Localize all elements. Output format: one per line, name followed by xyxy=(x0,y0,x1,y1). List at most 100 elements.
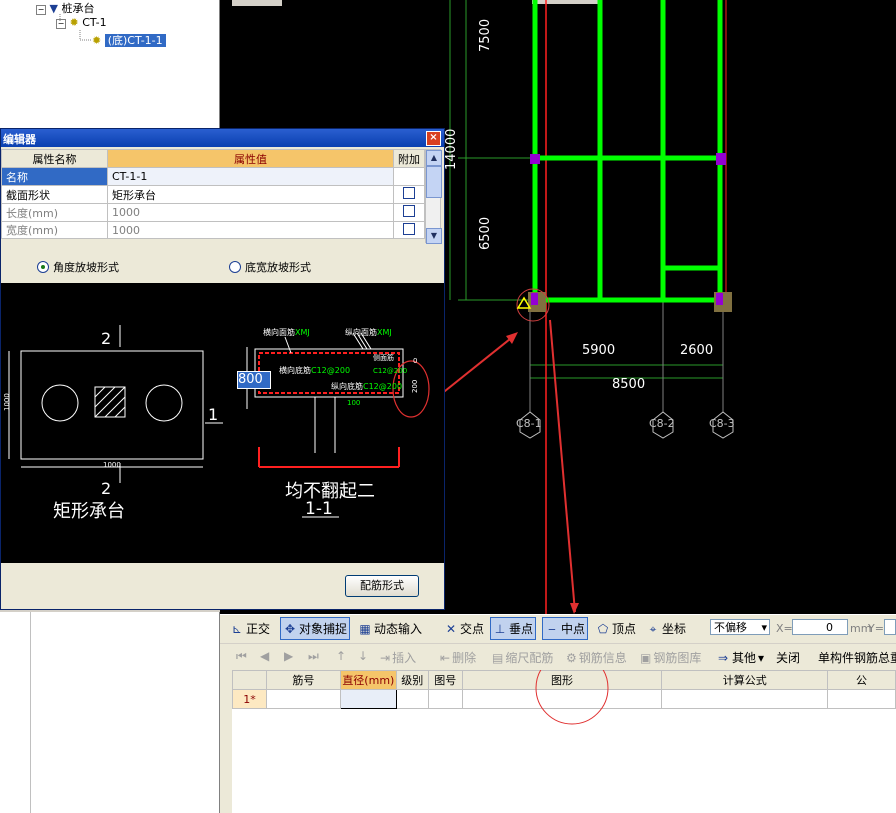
radio-width-slope[interactable]: 底宽放坡形式 xyxy=(229,259,311,275)
dim-2600: 2600 xyxy=(680,343,714,358)
dim-6500: 6500 xyxy=(478,216,493,250)
dim-5900: 5900 xyxy=(582,343,616,358)
grid-cell[interactable] xyxy=(265,689,341,709)
grid-cell[interactable] xyxy=(395,689,429,709)
radio-angle-label: 角度放坡形式 xyxy=(53,261,119,274)
left-lower-panel xyxy=(0,612,220,813)
scroll-thumb[interactable] xyxy=(426,166,442,198)
property-row[interactable]: 长度(mm) 1000 xyxy=(1,203,425,222)
preview-label-2-bottom: 2 xyxy=(101,479,112,498)
rebar-form-button[interactable]: 配筋形式 xyxy=(345,575,419,597)
prop-name: 名称 xyxy=(1,167,108,186)
close-button[interactable]: × xyxy=(426,131,441,146)
section-preview: 2 1 2 1000 1000 矩形承台 横向面筋XMJ 纵向面筋XMJ 横向底… xyxy=(1,283,444,563)
prop-extra-checkbox-cell xyxy=(393,203,425,222)
grid-cell[interactable] xyxy=(339,689,397,709)
rebar-info-button[interactable]: ⚙ 钢筋信息 xyxy=(566,649,627,666)
tree-node-ct1-1[interactable]: ✹ (底)CT-1-1 xyxy=(92,32,166,48)
extra-checkbox[interactable] xyxy=(403,222,415,235)
dialog-titlebar[interactable]: 编辑器 × xyxy=(1,129,444,147)
property-row[interactable]: 宽度(mm) 1000 xyxy=(1,221,425,239)
grid-cell[interactable] xyxy=(461,689,663,709)
dim-7500: 7500 xyxy=(478,18,493,52)
grid-cell[interactable] xyxy=(427,689,463,709)
vertex-button[interactable]: ⬠ 顶点 xyxy=(596,620,636,637)
dim-14000: 14000 xyxy=(444,128,459,170)
close-panel-button[interactable]: 关闭 xyxy=(776,649,800,666)
insert-button[interactable]: ⇥ 插入 xyxy=(380,649,416,666)
table-row[interactable]: 1* xyxy=(232,689,896,709)
next-record-icon[interactable]: ▶ xyxy=(284,649,293,663)
prop-value-input[interactable]: 矩形承台 xyxy=(107,185,394,204)
side-rebar-value: C12@200 xyxy=(373,367,408,375)
total-weight-button[interactable]: 单构件钢筋总重 xyxy=(818,649,896,666)
dialog-title: 编辑器 xyxy=(3,133,36,146)
prop-value-input[interactable]: CT-1-1 xyxy=(107,167,394,186)
prop-value-input[interactable]: 1000 xyxy=(107,203,394,222)
delete-button[interactable]: ⇤ 删除 xyxy=(440,649,476,666)
first-record-icon[interactable]: ⏮ xyxy=(236,649,247,664)
move-up-icon[interactable]: ↑ xyxy=(336,649,346,663)
prop-extra xyxy=(393,167,425,186)
col-header[interactable]: 图号 xyxy=(427,670,463,690)
header-extra: 附加 xyxy=(393,149,425,168)
col-header[interactable]: 公 xyxy=(827,670,896,690)
extra-checkbox[interactable] xyxy=(403,205,415,217)
dynamic-input-icon: ▦ xyxy=(359,621,371,636)
delete-icon: ⇤ xyxy=(440,650,451,665)
property-table: 属性名称 属性值 附加 名称 CT-1-1 截面形状 矩形承台 长度(mm) 1… xyxy=(1,149,425,239)
vertex-icon: ⬠ xyxy=(597,621,609,636)
expand-minus-icon[interactable]: − xyxy=(56,19,66,29)
snap-button[interactable]: ✥ 对象捕捉 xyxy=(280,617,351,640)
midpoint-button[interactable]: ‒ 中点 xyxy=(542,617,589,640)
other-menu[interactable]: ⇒ 其他 ▾ xyxy=(716,649,764,666)
x-input[interactable]: 0 xyxy=(792,619,848,635)
radio-selected-icon[interactable] xyxy=(37,261,49,273)
top-rebar-b-label: 纵向面筋XMJ xyxy=(345,328,392,337)
tree-node-ct1[interactable]: − ✹ CT-1 xyxy=(56,16,107,29)
grid-cell[interactable] xyxy=(661,689,829,709)
y-input[interactable] xyxy=(884,619,896,635)
radio-width-label: 底宽放坡形式 xyxy=(245,261,311,274)
col-header[interactable]: 筋号 xyxy=(265,670,341,690)
dynamic-input-button[interactable]: ▦ 动态输入 xyxy=(358,620,422,637)
preview-dim-side: 1000 xyxy=(3,393,11,411)
height-edit-input[interactable]: 800 xyxy=(237,371,271,389)
row-header[interactable]: 1* xyxy=(232,689,267,709)
coordinate-icon: ⌖ xyxy=(649,621,657,636)
scroll-down-icon[interactable]: ▼ xyxy=(426,228,442,244)
col-header[interactable]: 图形 xyxy=(461,670,663,690)
property-row[interactable]: 截面形状 矩形承台 xyxy=(1,185,425,204)
orth-button[interactable]: ⊾ 正交 xyxy=(230,620,270,637)
tree-node-root[interactable]: − ▼ 桩承台 xyxy=(36,0,94,16)
chevron-down-icon: ▾ xyxy=(761,621,767,634)
radio-unselected-icon[interactable] xyxy=(229,261,241,273)
col-header[interactable]: 级别 xyxy=(395,670,429,690)
property-row[interactable]: 名称 CT-1-1 xyxy=(1,167,425,186)
col-header[interactable]: 直径(mm) xyxy=(339,670,397,690)
pile-cap-icon: ▼ xyxy=(49,2,58,15)
rebar-library-button[interactable]: ▣ 钢筋图库 xyxy=(640,649,701,666)
perpendicular-button[interactable]: ⊥ 垂点 xyxy=(490,617,537,640)
prev-record-icon[interactable]: ◀ xyxy=(260,649,269,663)
header-name: 属性名称 xyxy=(1,149,108,168)
property-scrollbar[interactable]: ▲ ▼ xyxy=(425,149,442,244)
property-header-row: 属性名称 属性值 附加 xyxy=(1,149,425,168)
scroll-up-icon[interactable]: ▲ xyxy=(426,150,442,166)
grid-cell[interactable] xyxy=(827,689,896,709)
preview-caption-left: 矩形承台 xyxy=(53,501,125,522)
prop-name: 长度(mm) xyxy=(1,203,108,222)
preview-label-1-right: 1 xyxy=(208,405,219,424)
radio-angle-slope[interactable]: 角度放坡形式 xyxy=(37,259,119,275)
last-record-icon[interactable]: ⏭ xyxy=(308,649,319,664)
offset-select[interactable]: 不偏移 ▾ xyxy=(710,619,770,635)
move-down-icon[interactable]: ↓ xyxy=(358,649,368,663)
intersection-button[interactable]: ✕ 交点 xyxy=(444,620,484,637)
col-header[interactable]: 计算公式 xyxy=(661,670,829,690)
prop-value-input[interactable]: 1000 xyxy=(107,221,394,239)
extra-checkbox[interactable] xyxy=(403,187,415,199)
coordinate-button[interactable]: ⌖ 坐标 xyxy=(646,620,686,637)
scale-rebar-button[interactable]: ▤ 缩尺配筋 xyxy=(492,649,553,666)
top-rebar-a-label: 横向面筋XMJ xyxy=(263,328,310,337)
expand-minus-icon[interactable]: − xyxy=(36,5,46,15)
